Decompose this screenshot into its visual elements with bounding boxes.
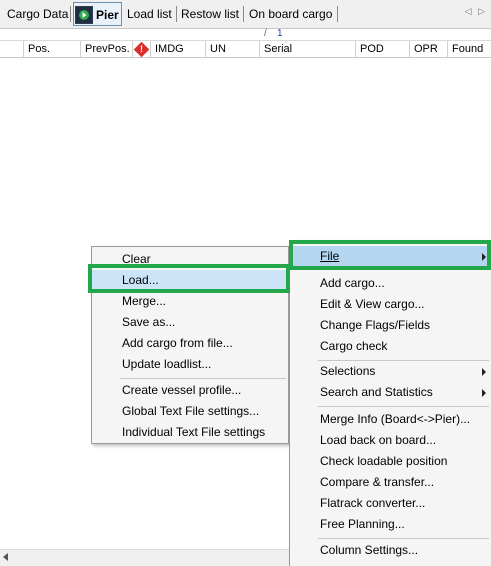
menu-item-save-as[interactable]: Save as...: [92, 312, 288, 333]
submenu-arrow-icon: [482, 253, 486, 261]
menu-separator: [318, 406, 489, 407]
menu-item-cargo-check[interactable]: Cargo check: [290, 336, 491, 357]
column-header-found[interactable]: Found: [447, 41, 491, 58]
menu-item-flatrack-converter[interactable]: Flatrack converter...: [290, 493, 491, 514]
tab-separator: [70, 6, 71, 22]
grid-header-top: / 1: [0, 28, 491, 40]
menu-item-merge-info[interactable]: Merge Info (Board<->Pier)...: [290, 409, 491, 430]
horizontal-scrollbar[interactable]: [0, 549, 300, 566]
menu-item-edit-view-cargo[interactable]: Edit & View cargo...: [290, 294, 491, 315]
column-header-prevpos[interactable]: PrevPos.: [80, 41, 132, 58]
column-header-pod[interactable]: POD: [355, 41, 409, 58]
file-submenu: Clear Load... Merge... Save as... Add ca…: [91, 246, 289, 444]
menu-item-create-vessel-profile[interactable]: Create vessel profile...: [92, 380, 288, 401]
context-menu: File Add cargo... Edit & View cargo... C…: [289, 240, 491, 566]
menu-item-selections[interactable]: Selections: [290, 361, 491, 382]
menu-item-change-flags-fields[interactable]: Change Flags/Fields: [290, 315, 491, 336]
tab-pier-label: Pier: [96, 8, 119, 22]
menu-item-search-and-statistics[interactable]: Search and Statistics: [290, 382, 491, 403]
menu-item-update-loadlist[interactable]: Update loadlist...: [92, 354, 288, 375]
tab-on-board-cargo[interactable]: On board cargo: [246, 3, 335, 25]
column-header-imdg[interactable]: IMDG: [150, 41, 205, 58]
column-header-pos[interactable]: Pos.: [23, 41, 80, 58]
tab-load-list[interactable]: Load list: [124, 3, 175, 25]
tab-scroll-arrows[interactable]: ◁ ▷: [465, 6, 487, 17]
row-header-cell: [0, 41, 23, 58]
menu-item-add-cargo[interactable]: Add cargo...: [290, 273, 491, 294]
tab-cargo-data[interactable]: Cargo Data: [4, 3, 71, 25]
menu-item-global-text-file-settings[interactable]: Global Text File settings...: [92, 401, 288, 422]
submenu-arrow-icon: [482, 389, 486, 397]
menu-item-add-cargo-from-file[interactable]: Add cargo from file...: [92, 333, 288, 354]
menu-separator: [120, 378, 286, 379]
menu-item-free-planning[interactable]: Free Planning...: [290, 514, 491, 535]
menu-item-individual-text-file-settings[interactable]: Individual Text File settings: [92, 422, 288, 443]
tab-separator: [176, 6, 177, 22]
menu-item-column-settings[interactable]: Column Settings...: [290, 540, 491, 561]
menu-separator: [318, 269, 489, 270]
menu-item-load-back-on-board[interactable]: Load back on board...: [290, 430, 491, 451]
menu-item-merge[interactable]: Merge...: [92, 291, 288, 312]
column-header-opr[interactable]: OPR: [409, 41, 447, 58]
warning-icon: !: [133, 41, 150, 58]
column-header-un[interactable]: UN: [205, 41, 259, 58]
header-marker: 1: [277, 28, 283, 39]
submenu-arrow-icon: [482, 368, 486, 376]
column-header-warning[interactable]: !: [132, 41, 150, 58]
menu-item-load[interactable]: Load...: [92, 270, 288, 291]
tab-separator: [337, 6, 338, 22]
menu-item-compare-transfer[interactable]: Compare & transfer...: [290, 472, 491, 493]
tab-pier[interactable]: Pier: [73, 2, 122, 26]
pier-icon: [75, 5, 93, 24]
menu-separator: [318, 538, 489, 539]
menu-item-check-loadable-position[interactable]: Check loadable position: [290, 451, 491, 472]
scroll-left-icon[interactable]: [3, 553, 8, 561]
tab-restow-list[interactable]: Restow list: [178, 3, 242, 25]
tab-separator: [243, 6, 244, 22]
menu-item-file[interactable]: File: [290, 246, 491, 267]
tab-bar: Cargo Data Pier Load list Restow list On…: [0, 0, 491, 28]
column-header-serial[interactable]: Serial: [259, 41, 355, 58]
menu-item-clear[interactable]: Clear: [92, 249, 288, 270]
header-slash: /: [264, 28, 267, 39]
grid-header: Pos. PrevPos. ! IMDG UN Serial POD OPR F…: [0, 40, 491, 58]
